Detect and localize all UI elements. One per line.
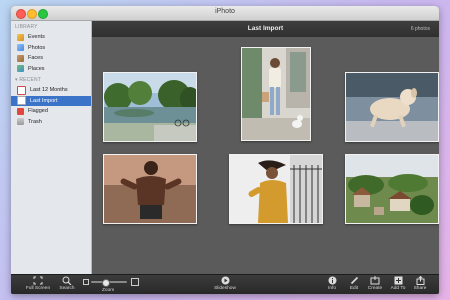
flag-icon	[17, 107, 24, 115]
page-title: Last Import	[247, 25, 284, 32]
sidebar-item-events[interactable]: Events	[11, 32, 91, 43]
photo-lake-image	[104, 73, 196, 141]
bottom-toolbar: Full Screen Search Zoom Slideshow Info E…	[11, 274, 439, 294]
sidebar-item-places[interactable]: Places	[11, 64, 91, 75]
faces-icon	[17, 54, 24, 62]
zoom-slider[interactable]	[91, 278, 127, 287]
sidebar: LIBRARY Events Photos Faces Places ▾ REC…	[11, 21, 92, 274]
sidebar-item-last-12-months[interactable]: Last 12 Months	[11, 85, 91, 96]
photo-thumbnail-woman-hair[interactable]	[229, 154, 323, 224]
photos-icon	[17, 44, 24, 52]
create-icon	[370, 276, 380, 285]
edit-button[interactable]: Edit	[346, 276, 362, 291]
create-button[interactable]: Create	[365, 276, 385, 291]
browser-header: Last Import 6 photos	[92, 21, 439, 37]
import-clock-icon	[17, 96, 26, 106]
sidebar-item-trash[interactable]: Trash	[11, 117, 91, 128]
photo-count: 6 photos	[410, 26, 430, 32]
photo-thumbnail-woman-dog[interactable]	[241, 47, 311, 141]
sidebar-item-last-import[interactable]: Last Import	[11, 95, 91, 106]
window-title: iPhoto	[215, 8, 235, 15]
photo-dog-image	[346, 73, 438, 141]
add-to-button[interactable]: Add To	[388, 276, 408, 291]
info-button[interactable]: Info	[324, 276, 340, 291]
play-icon	[221, 276, 229, 285]
photo-thumbnail-man[interactable]	[103, 154, 197, 224]
sidebar-item-label: Faces	[28, 55, 43, 61]
calendar-icon	[17, 85, 26, 95]
photo-woman-hair-image	[230, 155, 322, 223]
sidebar-heading-recent[interactable]: ▾ RECENT	[11, 76, 91, 85]
sidebar-item-label: Places	[28, 65, 45, 72]
photo-thumbnail-lake[interactable]	[103, 72, 197, 142]
sidebar-item-photos[interactable]: Photos	[11, 43, 91, 54]
share-button[interactable]: Share	[411, 276, 429, 291]
fullscreen-icon	[33, 276, 43, 285]
sidebar-item-label: Trash	[28, 118, 42, 125]
zoom-control: Zoom	[81, 276, 141, 294]
photo-thumbnail-running-dog[interactable]	[345, 72, 439, 142]
trash-icon	[17, 118, 24, 126]
sidebar-item-label: Photos	[28, 44, 46, 51]
photo-thumbnail-houses[interactable]	[345, 154, 439, 224]
slideshow-button[interactable]: Slideshow	[210, 276, 240, 291]
places-icon	[17, 65, 24, 73]
search-icon	[62, 276, 72, 285]
pencil-icon	[350, 276, 358, 285]
sidebar-item-label: Last 12 Months	[30, 87, 68, 93]
sidebar-item-faces[interactable]: Faces	[11, 53, 91, 64]
zoom-small-icon	[83, 279, 89, 285]
sidebar-item-flagged[interactable]: Flagged	[11, 106, 91, 117]
sidebar-heading-library: LIBRARY	[15, 24, 38, 30]
photo-browser: Last Import 6 photos	[92, 21, 439, 274]
events-icon	[17, 33, 24, 41]
zoom-label: Zoom	[102, 288, 115, 293]
share-icon	[416, 276, 424, 285]
info-icon	[328, 276, 336, 285]
title-bar: iPhoto	[11, 6, 439, 21]
sidebar-item-label: Events	[28, 34, 45, 40]
disclosure-triangle-icon: ▾	[15, 77, 18, 83]
sidebar-item-label: Flagged	[28, 108, 48, 114]
search-button[interactable]: Search	[57, 276, 77, 291]
iphoto-window: iPhoto LIBRARY Events Photos Faces Place…	[11, 6, 439, 294]
photo-houses-image	[346, 155, 438, 223]
zoom-slider-knob[interactable]	[101, 278, 110, 287]
photo-man-image	[104, 155, 196, 223]
photo-woman-dog-image	[242, 48, 310, 140]
zoom-large-icon	[131, 278, 139, 286]
sidebar-item-label: Last Import	[30, 97, 58, 104]
fullscreen-button[interactable]: Full Screen	[23, 276, 53, 291]
plus-box-icon	[394, 276, 402, 285]
